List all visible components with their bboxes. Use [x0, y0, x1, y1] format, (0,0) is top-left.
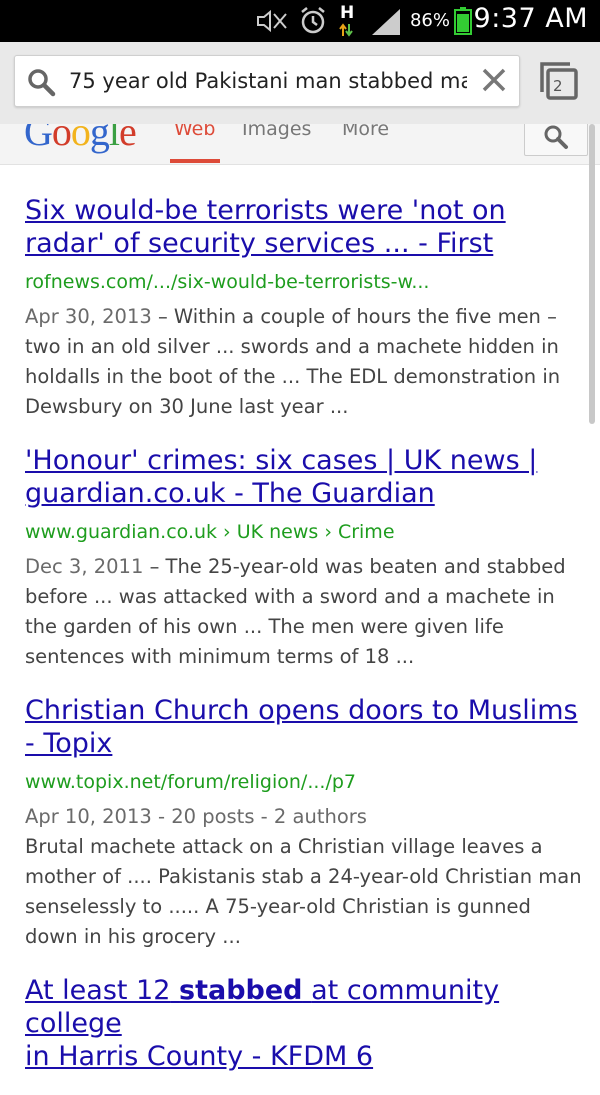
- result-meta: Apr 10, 2013 - 20 posts - 2 authors: [25, 805, 367, 828]
- search-results: Six would-be terrorists were 'not on rada…: [25, 194, 585, 1095]
- clock: 9:37 AM: [473, 3, 588, 34]
- search-input[interactable]: 75 year old Pakistani man stabbed machet…: [14, 55, 520, 107]
- result-item: 'Honour' crimes: six cases | UK news | gu…: [25, 444, 585, 672]
- mute-icon: [257, 9, 287, 33]
- battery-percent: 86%: [409, 10, 450, 31]
- result-url: www.topix.net/forum/religion/.../p7: [25, 771, 356, 793]
- result-snippet: Apr 30, 2013 – Within a couple of hours …: [25, 305, 561, 418]
- signal-icon: [372, 9, 400, 35]
- result-snippet: Apr 10, 2013 - 20 posts - 2 authors Bruta…: [25, 802, 585, 952]
- result-item: At least 12 stabbed at community college…: [25, 974, 585, 1073]
- result-item: Six would-be terrorists were 'not on rada…: [25, 194, 585, 422]
- result-date: Apr 30, 2013: [25, 305, 152, 328]
- google-logo[interactable]: Google: [24, 124, 137, 155]
- search-icon: [544, 125, 568, 149]
- tab-more[interactable]: More: [342, 124, 389, 140]
- google-nav-bar: Google Web Images More: [0, 124, 600, 165]
- browser-toolbar: 75 year old Pakistani man stabbed machet…: [0, 42, 600, 124]
- tab-count: 2: [553, 77, 563, 95]
- alarm-icon: [301, 7, 325, 34]
- result-title-link[interactable]: Six would-be terrorists were 'not on rada…: [25, 194, 585, 260]
- scrollbar[interactable]: [589, 124, 595, 424]
- search-query[interactable]: 75 year old Pakistani man stabbed machet…: [69, 69, 467, 93]
- close-icon[interactable]: [481, 67, 507, 93]
- result-snippet: Dec 3, 2011 – The 25-year-old was beaten…: [25, 555, 566, 668]
- result-date: Dec 3, 2011: [25, 555, 144, 578]
- status-bar: H 86% 9:37 AM: [0, 0, 600, 42]
- tabs-button[interactable]: 2: [540, 62, 580, 102]
- result-item: Christian Church opens doors to Muslims -…: [25, 694, 585, 952]
- battery-icon: [454, 7, 472, 35]
- result-url: rofnews.com/.../six-would-be-terrorists-…: [25, 271, 430, 293]
- result-title-link[interactable]: Christian Church opens doors to Muslims -…: [25, 694, 585, 760]
- result-title-link[interactable]: 'Honour' crimes: six cases | UK news | gu…: [25, 444, 585, 510]
- hspa-icon: H: [339, 3, 354, 37]
- active-tab-indicator: [170, 159, 220, 163]
- tab-web[interactable]: Web: [174, 124, 215, 140]
- tab-images[interactable]: Images: [242, 124, 311, 140]
- search-icon: [28, 69, 56, 97]
- search-button[interactable]: [524, 124, 588, 156]
- result-title-link[interactable]: At least 12 stabbed at community college…: [25, 974, 585, 1073]
- result-url: www.guardian.co.uk › UK news › Crime: [25, 521, 395, 543]
